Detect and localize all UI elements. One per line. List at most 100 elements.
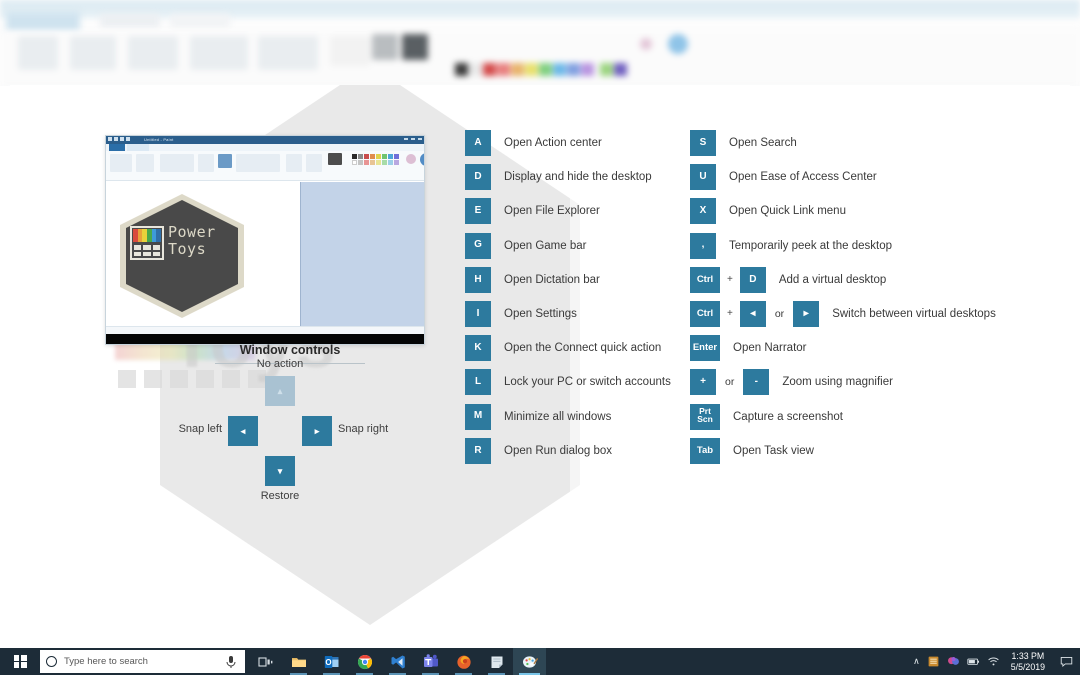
chevron-left-icon: ◂	[240, 425, 246, 436]
shortcut-guide-overlay: Toys Untitled - Paint	[10, 85, 1070, 630]
desktop-screen: Toys Untitled - Paint	[0, 0, 1080, 675]
window-thumbnail-preview: Untitled - Paint Power Toys	[105, 135, 425, 345]
paint-swatch	[539, 63, 552, 76]
key-tile-e[interactable]: E	[465, 198, 491, 225]
paint-swatch	[567, 63, 580, 76]
action-center-button[interactable]	[1056, 648, 1076, 675]
shortcut-description: Open Game bar	[504, 239, 587, 252]
ribbon-icon	[668, 34, 688, 54]
thumbnail-ribbon-tabs	[106, 144, 424, 151]
key-arrow-up[interactable]: ▴	[265, 376, 295, 406]
key-tile-g[interactable]: G	[465, 232, 491, 259]
ribbon-group	[330, 36, 370, 66]
shortcut-description: Capture a screenshot	[733, 410, 843, 423]
shortcut-description: Open the Connect quick action	[504, 342, 662, 355]
taskbar-icon-task-view[interactable]	[249, 648, 282, 675]
key-tile-ctrl[interactable]: Ctrl	[690, 266, 720, 293]
paint-swatch	[553, 63, 566, 76]
background-tab	[100, 14, 160, 28]
powertoys-logo-grid	[134, 245, 160, 256]
taskbar-icon-vscode[interactable]	[381, 648, 414, 675]
tray-icon-onedrive[interactable]	[927, 655, 940, 668]
plus-separator: +	[727, 274, 733, 286]
key-tile-ctrl[interactable]: Ctrl	[690, 300, 720, 327]
window-controls-title: Window controls	[239, 343, 341, 357]
background-ribbon	[0, 30, 1080, 88]
start-button[interactable]	[0, 648, 40, 675]
shortcut-description: Minimize all windows	[504, 410, 612, 423]
shortcut-description: Open Search	[729, 137, 797, 149]
key-tile-i[interactable]: I	[465, 300, 491, 327]
paint-swatch	[511, 63, 524, 76]
tray-icon-battery[interactable]	[967, 655, 980, 668]
key-tile-h[interactable]: H	[465, 266, 491, 293]
paint-swatch	[614, 63, 627, 76]
shortcut-row: Ctrl + D Add a virtual desktop	[690, 266, 996, 293]
key-tile-enter[interactable]: Enter	[690, 335, 720, 362]
taskbar-app-icons: O	[249, 648, 546, 675]
key-tile-prt-scn[interactable]: Prt Scn	[690, 403, 720, 430]
taskbar-icon-chrome[interactable]	[348, 648, 381, 675]
thumbnail-titlebar: Untitled - Paint	[106, 136, 424, 144]
search-input[interactable]: Type here to search	[40, 650, 245, 673]
clock[interactable]: 1:33 PM 5/5/2019	[1011, 651, 1045, 673]
key-arrow-down[interactable]: ▾	[265, 456, 295, 486]
shortcut-description: Open Settings	[504, 307, 577, 320]
or-separator: or	[725, 376, 735, 389]
tray-icon-wifi[interactable]	[987, 655, 1000, 668]
thumbnail-window-buttons	[404, 138, 422, 140]
key-tile-tab[interactable]: Tab	[690, 437, 720, 464]
taskbar-icon-paint[interactable]	[513, 648, 546, 675]
window-controls-panel: Window controls No action ▴ Snap left ◂ …	[150, 343, 430, 502]
key-tile-d[interactable]: D	[739, 266, 766, 293]
key-tile-u[interactable]: U	[690, 164, 716, 191]
paint-swatch	[469, 63, 482, 76]
paint-swatch	[455, 63, 468, 76]
tray-icon-teams[interactable]	[947, 655, 960, 668]
powertoys-logo-text: Power Toys	[168, 224, 216, 258]
shortcut-description: Lock your PC or switch accounts	[504, 376, 671, 389]
shortcut-row: S Open Search	[690, 130, 996, 156]
key-tile-◂[interactable]: ◂	[739, 300, 766, 327]
key-tile-▸[interactable]: ▸	[793, 300, 820, 327]
key-tile-d[interactable]: D	[465, 164, 491, 191]
cortana-circle-icon	[46, 656, 57, 667]
microphone-icon[interactable]	[223, 654, 239, 670]
paint-icon	[522, 655, 538, 668]
clock-time: 1:33 PM	[1011, 650, 1045, 661]
windows-taskbar: Type here to search O ∧ 1:33 PM 5/5/2019	[0, 648, 1080, 675]
shortcut-row: , Temporarily peek at the desktop	[690, 232, 996, 259]
search-placeholder-text: Type here to search	[64, 656, 148, 667]
key-tile-+[interactable]: +	[690, 369, 716, 396]
key-tile-x[interactable]: X	[690, 198, 716, 225]
thumbnail-statusbar	[106, 326, 424, 334]
taskbar-icon-firefox[interactable]	[447, 648, 480, 675]
key-tile-s[interactable]: S	[690, 130, 716, 156]
key-tile-l[interactable]: L	[465, 369, 491, 396]
shortcut-row: L Lock your PC or switch accounts	[465, 369, 671, 396]
shortcut-row: Prt Scn Capture a screenshot	[690, 403, 996, 430]
thumbnail-canvas: Power Toys	[106, 182, 301, 328]
key-tile--[interactable]: -	[743, 369, 770, 396]
chrome-icon	[357, 654, 372, 669]
key-tile-a[interactable]: A	[465, 130, 491, 156]
or-separator: or	[774, 307, 785, 320]
tray-chevron-icon[interactable]: ∧	[913, 656, 920, 667]
no-action-label: No action	[256, 358, 304, 370]
taskbar-icon-file-explorer[interactable]	[282, 648, 315, 675]
windows-logo-icon	[13, 655, 27, 668]
key-tile-m[interactable]: M	[465, 403, 491, 430]
shortcut-row: X Open Quick Link menu	[690, 198, 996, 225]
key-tile-k[interactable]: K	[465, 335, 491, 362]
taskbar-icon-outlook[interactable]: O	[315, 648, 348, 675]
taskbar-icon-sticky-notes[interactable]	[480, 648, 513, 675]
taskbar-icon-teams[interactable]	[414, 648, 447, 675]
restore-label: Restore	[260, 490, 300, 502]
chevron-up-icon: ▴	[277, 385, 283, 396]
system-tray: ∧ 1:33 PM 5/5/2019	[913, 648, 1080, 675]
key-arrow-left[interactable]: ◂	[228, 416, 258, 446]
key-tile-,[interactable]: ,	[690, 232, 716, 259]
key-arrow-right[interactable]: ▸	[302, 416, 332, 446]
vscode-icon	[391, 655, 405, 668]
key-tile-r[interactable]: R	[465, 437, 491, 464]
